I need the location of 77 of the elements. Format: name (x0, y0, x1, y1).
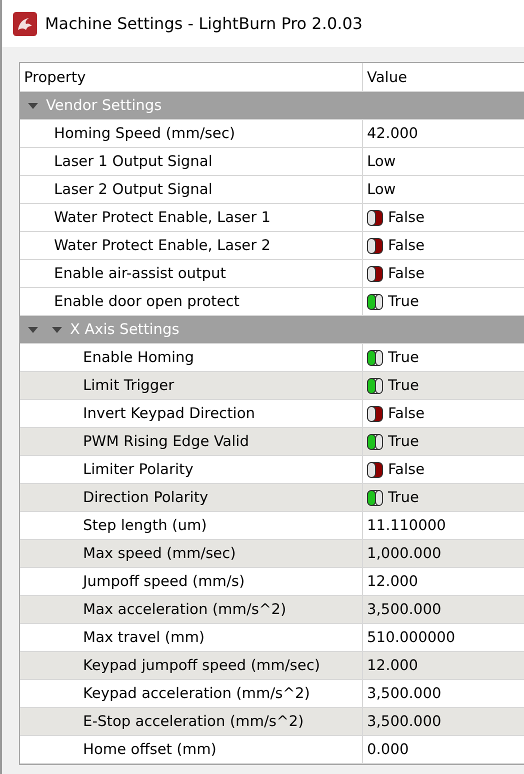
window-title: Machine Settings - LightBurn Pro 2.0.03 (45, 14, 363, 33)
property-row[interactable]: Water Protect Enable, Laser 2 False (20, 232, 524, 260)
property-value[interactable]: 3,500.000 (367, 601, 442, 618)
toggle-switch-icon[interactable] (367, 210, 383, 226)
property-value[interactable]: True (388, 433, 419, 450)
property-name: Keypad acceleration (mm/s^2) (83, 685, 310, 702)
toggle-switch-icon[interactable] (367, 462, 383, 478)
property-name: Homing Speed (mm/sec) (54, 125, 236, 142)
group-label: Vendor Settings (46, 97, 162, 114)
property-value[interactable]: Low (367, 181, 396, 198)
toggle-switch-icon[interactable] (367, 490, 383, 506)
property-row[interactable]: Max speed (mm/sec) 1,000.000 (20, 540, 524, 568)
property-value[interactable]: 1,000.000 (367, 545, 442, 562)
collapse-triangle-icon[interactable] (52, 326, 62, 332)
property-value[interactable]: 12.000 (367, 573, 418, 590)
toggle-switch-icon[interactable] (367, 434, 383, 450)
column-header[interactable]: Value (363, 63, 524, 91)
column-header[interactable]: Property (20, 63, 363, 91)
property-value[interactable]: 0.000 (367, 741, 409, 758)
property-name: Limit Trigger (83, 377, 174, 394)
property-row[interactable]: Keypad jumpoff speed (mm/sec) 12.000 (20, 652, 524, 680)
property-value[interactable]: True (388, 489, 419, 506)
property-value[interactable]: 510.000000 (367, 629, 456, 646)
property-name: PWM Rising Edge Valid (83, 433, 249, 450)
property-name: Water Protect Enable, Laser 1 (54, 209, 271, 226)
property-row[interactable]: Home offset (mm) 0.000 (20, 736, 524, 764)
property-row[interactable]: PWM Rising Edge Valid True (20, 428, 524, 456)
property-name: Laser 2 Output Signal (54, 181, 212, 198)
property-name: Invert Keypad Direction (83, 405, 256, 422)
property-row[interactable]: Direction Polarity True (20, 484, 524, 512)
property-row[interactable]: Water Protect Enable, Laser 1 False (20, 204, 524, 232)
property-row[interactable]: Homing Speed (mm/sec) 42.000 (20, 120, 524, 148)
property-name: Laser 1 Output Signal (54, 153, 212, 170)
property-value[interactable]: False (388, 405, 425, 422)
property-value[interactable]: True (388, 377, 419, 394)
property-value[interactable]: 11.110000 (367, 517, 446, 534)
property-value[interactable]: 12.000 (367, 657, 418, 674)
property-value[interactable]: True (388, 349, 419, 366)
property-value[interactable]: 3,500.000 (367, 685, 442, 702)
property-row[interactable]: Max acceleration (mm/s^2) 3,500.000 (20, 596, 524, 624)
property-name: Max acceleration (mm/s^2) (83, 601, 286, 618)
property-value[interactable]: 3,500.000 (367, 713, 442, 730)
property-value[interactable]: False (388, 209, 425, 226)
property-row[interactable]: Enable air-assist output False (20, 260, 524, 288)
property-value[interactable]: True (388, 293, 419, 310)
property-name: Home offset (mm) (83, 741, 216, 758)
property-row[interactable]: Laser 2 Output Signal Low (20, 176, 524, 204)
property-value[interactable]: 42.000 (367, 125, 418, 142)
property-row[interactable]: Limit Trigger True (20, 372, 524, 400)
toggle-switch-icon[interactable] (367, 266, 383, 282)
toggle-switch-icon[interactable] (367, 294, 383, 310)
property-value[interactable]: Low (367, 153, 396, 170)
property-name: Enable air-assist output (54, 265, 226, 282)
toggle-switch-icon[interactable] (367, 238, 383, 254)
group-label: X Axis Settings (70, 321, 180, 338)
property-name: Water Protect Enable, Laser 2 (54, 237, 271, 254)
property-name: Step length (um) (83, 517, 207, 534)
property-name: Keypad jumpoff speed (mm/sec) (83, 657, 320, 674)
property-name: Jumpoff speed (mm/s) (83, 573, 245, 590)
property-value[interactable]: False (388, 461, 425, 478)
collapse-triangle-icon[interactable] (28, 102, 38, 108)
app-logo-icon (13, 12, 37, 36)
toggle-switch-icon[interactable] (367, 378, 383, 394)
property-value[interactable]: False (388, 237, 425, 254)
property-name: Max travel (mm) (83, 629, 205, 646)
property-name: E-Stop acceleration (mm/s^2) (83, 713, 304, 730)
property-row[interactable]: E-Stop acceleration (mm/s^2) 3,500.000 (20, 708, 524, 736)
property-name: Max speed (mm/sec) (83, 545, 236, 562)
property-name: Enable Homing (83, 349, 194, 366)
property-name: Direction Polarity (83, 489, 208, 506)
toggle-switch-icon[interactable] (367, 406, 383, 422)
property-value[interactable]: False (388, 265, 425, 282)
property-name: Limiter Polarity (83, 461, 194, 478)
property-name: Enable door open protect (54, 293, 240, 310)
collapse-triangle-icon[interactable] (28, 326, 38, 332)
property-row[interactable]: Laser 1 Output Signal Low (20, 148, 524, 176)
toggle-switch-icon[interactable] (367, 350, 383, 366)
